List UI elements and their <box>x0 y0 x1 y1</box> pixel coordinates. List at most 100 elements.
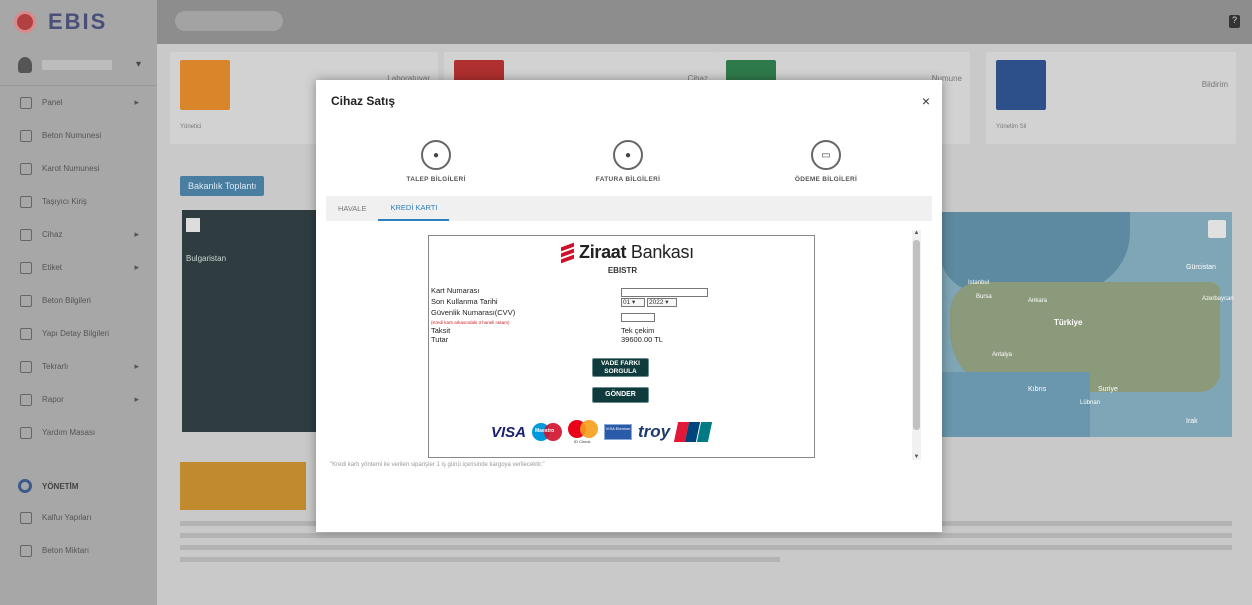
sidebar-item[interactable]: Yardım Masası <box>0 416 157 449</box>
chevron-down-icon: ▾ <box>136 59 142 70</box>
installment-value: Tek çekim <box>621 326 655 335</box>
map-label: Kıbrıs <box>1028 386 1047 393</box>
user-name-placeholder <box>42 59 112 70</box>
sidebar-section-yonetim[interactable]: YÖNETİM <box>0 471 157 501</box>
card-brand-logos: VISA Maestro ID Check VISA Electron troy <box>491 420 713 444</box>
scroll-up-arrow-icon[interactable]: ▲ <box>913 230 920 236</box>
map-sea <box>940 372 1090 437</box>
card-number-input[interactable] <box>621 288 708 297</box>
bank-name-prefix: Ziraat <box>579 242 627 262</box>
amount-label: Tutar <box>431 335 449 344</box>
repeat-icon <box>20 360 32 373</box>
expiry-year-value: 2022 <box>649 299 664 306</box>
wizard-steps: ● TALEP BİLGİLERİ ● FATURA BİLGİLERİ ▭ Ö… <box>316 140 942 190</box>
sidebar-item[interactable]: Beton Numunesi <box>0 119 157 152</box>
visa-logo: VISA <box>491 423 527 441</box>
scroll-down-arrow-icon[interactable]: ▼ <box>913 454 920 460</box>
bank-brand: Ziraat Bankası <box>561 242 694 263</box>
troy-logo: troy <box>638 422 671 441</box>
user-icon <box>18 56 32 73</box>
cylinder-icon <box>20 162 32 175</box>
sidebar-item[interactable]: Rapor ▸ <box>0 383 157 416</box>
sidebar-item-label: Yapı Detay Bilgileri <box>42 329 109 338</box>
amount-value: 39600.00 TL <box>621 335 663 344</box>
expiry-month-select[interactable]: 01 ▾ <box>621 298 645 307</box>
scroll-thumb[interactable] <box>913 240 920 430</box>
map-label: Türkiye <box>1054 318 1083 327</box>
mastercard-logo: ID Check <box>568 420 599 444</box>
top-bar: ? <box>157 0 1252 44</box>
expiry-month-value: 01 <box>623 299 631 306</box>
sidebar-item[interactable]: Taşıyıcı Kiriş <box>0 185 157 218</box>
sidebar-item[interactable]: Beton Bilgileri <box>0 284 157 317</box>
bank-name-suffix: Bankası <box>630 242 694 262</box>
step-invoice-info[interactable]: ● FATURA BİLGİLERİ <box>568 140 688 183</box>
sidebar-item[interactable]: Tekrarlı ▸ <box>0 350 157 383</box>
leaf-icon: ● <box>613 140 643 170</box>
top-search-pill[interactable] <box>175 11 283 31</box>
submit-button[interactable]: GÖNDER <box>592 387 649 403</box>
sidebar-item[interactable]: Cihaz ▸ <box>0 218 157 251</box>
expiry-label: Son Kullanma Tarihi <box>431 297 498 306</box>
sidebar-item-label: Karot Numunesi <box>42 164 100 173</box>
bank-name: Ziraat Bankası <box>579 242 694 263</box>
map-label: Lübnan <box>1080 400 1101 406</box>
app-logo[interactable]: EBIS <box>48 9 107 35</box>
expiry-year-select[interactable]: 2022 ▾ <box>647 298 677 307</box>
map-label: Antalya <box>992 352 1013 358</box>
sidebar-section-menu: Kalfuı Yapıları Beton Miktarı <box>0 501 157 567</box>
device-icon <box>20 228 32 241</box>
chevron-right-icon: ▸ <box>134 361 139 371</box>
iframe-scrollbar[interactable]: ▲ ▼ <box>912 230 921 460</box>
map-layers-icon[interactable] <box>1208 220 1226 238</box>
sidebar-item-label: Tekrarlı <box>42 362 69 371</box>
tab-credit-card[interactable]: KREDİ KARTI <box>378 196 450 221</box>
bell-icon <box>996 60 1046 110</box>
sidebar-item-label: Rapor <box>42 395 64 404</box>
leaf-icon: ● <box>421 140 451 170</box>
step-payment-info[interactable]: ▭ ÖDEME BİLGİLERİ <box>766 140 886 183</box>
sidebar-menu: Panel ▸ Beton Numunesi Karot Numunesi Taşıyı… <box>0 86 157 449</box>
list-icon <box>20 544 32 557</box>
ziraat-logo-icon <box>561 242 574 263</box>
card-label: Bildirim <box>1201 80 1228 89</box>
sidebar-item[interactable]: Karot Numunesi <box>0 152 157 185</box>
text-line <box>180 557 780 562</box>
sidebar-item[interactable]: Yapı Detay Bilgileri <box>0 317 157 350</box>
close-icon[interactable]: × <box>922 93 930 109</box>
installment-query-button[interactable]: VADE FARKI SORGULA <box>592 358 649 377</box>
map-right[interactable]: Istanbul Bursa Ankara Türkiye Antalya Kı… <box>940 212 1234 437</box>
beam-icon <box>20 195 32 208</box>
help-icon[interactable]: ? <box>1229 15 1240 28</box>
card-icon: ▭ <box>811 140 841 170</box>
step-request-info[interactable]: ● TALEP BİLGİLERİ <box>376 140 496 183</box>
help-icon <box>20 426 32 439</box>
cvv-input[interactable] <box>621 313 655 322</box>
text-line <box>180 533 1232 538</box>
modal-header: Cihaz Satış × <box>316 80 942 122</box>
user-menu[interactable]: ▾ <box>0 44 157 86</box>
device-sale-modal: Cihaz Satış × ● TALEP BİLGİLERİ ● FATURA… <box>316 80 942 532</box>
map-left[interactable]: Bulgaristan <box>182 210 322 432</box>
sidebar-item-label: Beton Bilgileri <box>42 296 91 305</box>
cvv-note: (Kredi kartı arkasındaki 3 haneli rakam) <box>431 320 510 325</box>
tag-icon <box>20 261 32 274</box>
map-layer-icon[interactable] <box>186 218 200 232</box>
map-label: Ankara <box>1028 298 1048 304</box>
sidebar-item-label: Beton Miktarı <box>42 546 90 555</box>
map-title-button[interactable]: Bakanlık Toplantı <box>180 176 265 196</box>
logo-icon <box>14 11 36 33</box>
card-sub: Yönetici <box>180 124 202 130</box>
sidebar-section-item[interactable]: Beton Miktarı <box>0 534 157 567</box>
dashboard-card-notification[interactable]: Bildirim Yönetim Sil <box>986 52 1236 144</box>
document-icon <box>20 294 32 307</box>
map-label: Gürcistan <box>1186 264 1216 271</box>
sidebar-item[interactable]: Etiket ▸ <box>0 251 157 284</box>
sidebar-item-label: Taşıyıcı Kiriş <box>42 197 87 206</box>
building-icon <box>20 327 32 340</box>
map-label: Bulgaristan <box>186 254 227 263</box>
sidebar-item[interactable]: Panel ▸ <box>0 86 157 119</box>
tab-havale[interactable]: HAVALE <box>326 196 378 221</box>
sidebar-section-item[interactable]: Kalfuı Yapıları <box>0 501 157 534</box>
sidebar-item-label: Kalfuı Yapıları <box>42 513 92 522</box>
